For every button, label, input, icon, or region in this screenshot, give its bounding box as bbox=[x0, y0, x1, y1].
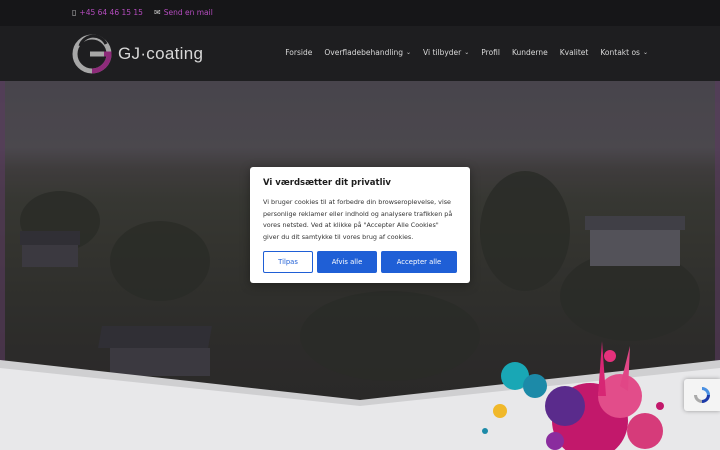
cookie-dialog-buttons: Tilpas Afvis alle Accepter alle bbox=[263, 251, 457, 273]
logo-text: GJ·coating bbox=[118, 44, 204, 63]
chevron-down-icon: ⌄ bbox=[642, 49, 648, 56]
mobile-phone-icon: ▯ bbox=[72, 8, 77, 17]
nav-label: Kvalitet bbox=[559, 48, 589, 57]
nav-kvalitet[interactable]: Kvalitet bbox=[560, 48, 589, 57]
site-logo[interactable]: GJ·coating bbox=[72, 34, 203, 74]
phone-link[interactable]: ▯ +45 64 46 15 15 bbox=[72, 8, 143, 17]
nav-vi-tilbyder[interactable]: Vi tilbyder ⌄ bbox=[423, 48, 469, 57]
paint-splash-icon bbox=[482, 341, 664, 450]
top-bar: ▯ +45 64 46 15 15 ✉ Send en mail bbox=[0, 0, 720, 26]
nav-label: Profil bbox=[481, 48, 500, 57]
main-navigation: Forside Overfladebehandling ⌄ Vi tilbyder… bbox=[285, 48, 648, 57]
envelope-icon: ✉ bbox=[154, 8, 161, 17]
phone-number[interactable]: +45 64 46 15 15 bbox=[79, 8, 143, 17]
nav-kontakt-os[interactable]: Kontakt os ⌄ bbox=[600, 48, 648, 57]
recaptcha-badge[interactable] bbox=[684, 379, 720, 411]
nav-kunderne[interactable]: Kunderne bbox=[512, 48, 548, 57]
cookie-text-line: giver du dit samtykke til vores brug af … bbox=[263, 232, 414, 241]
site-header: GJ·coating Forside Overfladebehandling ⌄ … bbox=[0, 26, 720, 81]
nav-label: Overfladebehandling bbox=[324, 48, 404, 57]
gj-logo-icon bbox=[72, 34, 112, 74]
accept-all-button[interactable]: Accepter alle bbox=[381, 251, 457, 273]
nav-forside[interactable]: Forside bbox=[285, 48, 312, 57]
nav-label: Kontakt os bbox=[600, 48, 640, 57]
cookie-text-line: vores netsted. Ved at klikke på "Accepte… bbox=[263, 221, 439, 229]
nav-label: Forside bbox=[285, 48, 313, 57]
cookie-consent-dialog: Vi værdsætter dit privatliv Vi bruger co… bbox=[250, 167, 470, 283]
chevron-down-icon: ⌄ bbox=[464, 49, 470, 56]
nav-overfladebehandling[interactable]: Overfladebehandling ⌄ bbox=[324, 48, 411, 57]
email-link[interactable]: ✉ Send en mail bbox=[154, 8, 213, 17]
nav-label: Kunderne bbox=[512, 48, 548, 57]
cookie-text-line: Vi bruger cookies til at forbedre din br… bbox=[263, 198, 451, 206]
cookie-dialog-title: Vi værdsætter dit privatliv bbox=[263, 178, 391, 188]
chevron-down-icon: ⌄ bbox=[406, 49, 412, 56]
recaptcha-icon bbox=[694, 387, 710, 403]
customize-cookies-button[interactable]: Tilpas bbox=[263, 251, 313, 273]
cookie-dialog-text: Vi bruger cookies til at forbedre din br… bbox=[263, 197, 457, 243]
nav-label: Vi tilbyder bbox=[423, 48, 462, 57]
email-label[interactable]: Send en mail bbox=[164, 8, 213, 17]
nav-profil[interactable]: Profil bbox=[481, 48, 500, 57]
cookie-text-line: personlige reklamer eller indhold og ana… bbox=[263, 209, 453, 218]
reject-all-button[interactable]: Afvis alle bbox=[317, 251, 377, 273]
